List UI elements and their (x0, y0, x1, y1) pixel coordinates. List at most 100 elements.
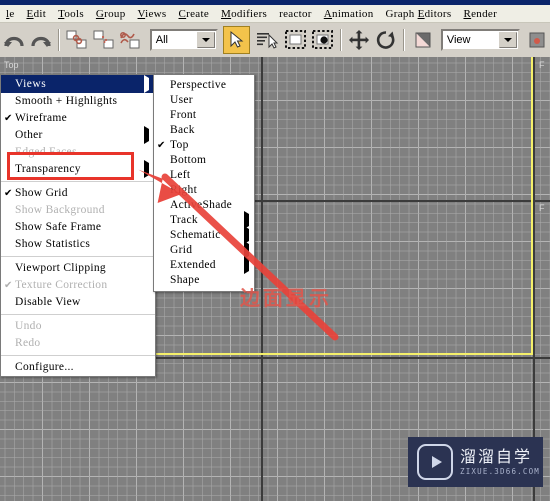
menu-item-render[interactable]: Render (457, 8, 503, 20)
quad-item-redo: Redo (1, 335, 155, 352)
select-by-name-icon[interactable] (255, 27, 280, 53)
views-item-track[interactable]: Track (154, 211, 254, 229)
views-item-top[interactable]: ✔ Top (154, 138, 254, 153)
views-item-right[interactable]: Right (154, 183, 254, 198)
window-crossing-icon[interactable] (311, 27, 336, 53)
menu-item-label: Top (170, 139, 189, 151)
quad-item-disable-view[interactable]: Disable View (1, 294, 155, 311)
annotation-highlight-box (7, 152, 134, 180)
selection-filter-combo[interactable]: All (149, 29, 218, 51)
quad-item-show-grid[interactable]: ✔ Show Grid (1, 185, 155, 202)
views-submenu[interactable]: Perspective User Front Back ✔ Top Bottom Left Ri… (153, 74, 255, 292)
menu-item-label: Show Safe Frame (15, 221, 102, 233)
toolbar-separator-3 (403, 29, 406, 51)
menu-item-le[interactable]: le (0, 8, 21, 20)
redo-arrow-icon[interactable] (29, 27, 54, 53)
watermark-text: 溜溜自学 ZIXUE.3D66.COM (460, 446, 541, 477)
views-item-bottom[interactable]: Bottom (154, 153, 254, 168)
menu-item-graph-editors[interactable]: Graph Editors (380, 8, 458, 20)
reference-coordinate-combo[interactable]: View (440, 29, 521, 51)
menu-item-label: Other (15, 129, 43, 141)
views-item-user[interactable]: User (154, 93, 254, 108)
menu-item-reactor[interactable]: reactor (273, 8, 318, 20)
menu-item-label: Wireframe (15, 112, 68, 124)
viewport-right-edge-divider[interactable] (533, 57, 535, 501)
quad-menu-title-label: Views (15, 78, 47, 90)
quad-item-configure[interactable]: Configure... (1, 359, 155, 376)
check-icon: ✔ (157, 140, 166, 151)
menu-item-label: Disable View (15, 296, 81, 308)
toolbar-separator-2 (340, 29, 343, 51)
menu-item-modifiers[interactable]: Modifiers (215, 8, 273, 20)
watermark-logo: 溜溜自学 ZIXUE.3D66.COM (408, 437, 543, 487)
watermark-brand: 溜溜自学 (460, 446, 533, 466)
menu-item-label: User (170, 94, 193, 106)
chevron-right-icon (244, 256, 249, 274)
views-item-back[interactable]: Back (154, 123, 254, 138)
select-and-link-icon[interactable] (65, 27, 90, 53)
menu-item-group[interactable]: Group (90, 8, 132, 20)
menu-item-animation[interactable]: Animation (318, 8, 380, 20)
quad-item-wireframe[interactable]: ✔ Wireframe (1, 110, 155, 127)
menu-item-label: Right (170, 184, 198, 196)
views-item-front[interactable]: Front (154, 108, 254, 123)
quad-item-other[interactable]: Other (1, 126, 155, 144)
main-toolbar: All View (0, 23, 550, 58)
select-and-uniform-scale-icon[interactable] (410, 27, 435, 53)
menu-item-label: Undo (15, 320, 42, 332)
views-item-shape[interactable]: Shape (154, 273, 254, 288)
viewport-quad-menu[interactable]: Views Smooth + Highlights ✔ Wireframe Other… (0, 74, 156, 377)
views-item-left[interactable]: Left (154, 168, 254, 183)
menu-item-edit[interactable]: Edit (21, 8, 53, 20)
quad-item-show-background: Show Background (1, 202, 155, 219)
watermark-site: ZIXUE.3D66.COM (460, 466, 541, 476)
chevron-down-icon[interactable] (197, 32, 215, 48)
views-item-schematic[interactable]: Schematic (154, 226, 254, 244)
quad-menu-title[interactable]: Views (1, 75, 155, 93)
select-and-move-icon[interactable] (347, 27, 372, 53)
quad-item-show-statistics[interactable]: Show Statistics (1, 236, 155, 253)
selection-filter-value: All (155, 34, 168, 46)
menu-item-label: Show Statistics (15, 238, 91, 250)
menu-item-label: Bottom (170, 154, 207, 166)
menu-item-tools[interactable]: Tools (52, 8, 90, 20)
unlink-selection-icon[interactable] (92, 27, 117, 53)
viewport-label-right-bottom: F (539, 203, 545, 213)
menu-item-label: Smooth + Highlights (15, 95, 118, 107)
menu-item-label: Grid (170, 244, 193, 256)
menu-item-create[interactable]: Create (173, 8, 216, 20)
quad-item-undo: Undo (1, 318, 155, 335)
menu-item-label: Back (170, 124, 195, 136)
quad-item-show-safe-frame[interactable]: Show Safe Frame (1, 219, 155, 236)
check-icon: ✔ (4, 280, 13, 291)
quad-item-smooth-highlights[interactable]: Smooth + Highlights (1, 93, 155, 110)
views-item-perspective[interactable]: Perspective (154, 78, 254, 93)
use-pivot-point-center-icon[interactable] (524, 27, 549, 53)
menu-item-label: Texture Correction (15, 279, 108, 291)
views-item-grid[interactable]: Grid (154, 241, 254, 259)
quad-item-texture-correction: ✔ Texture Correction (1, 277, 155, 294)
menu-item-views[interactable]: Views (132, 8, 173, 20)
play-button-logo-icon (417, 444, 453, 480)
menu-item-label: Show Background (15, 204, 105, 216)
viewport-label-top: Top (4, 60, 19, 70)
check-icon: ✔ (4, 113, 13, 124)
menu-item-label: Viewport Clipping (15, 262, 106, 274)
rectangular-selection-region-icon[interactable] (284, 27, 309, 53)
views-item-activeshade[interactable]: ActiveShade (154, 198, 254, 213)
quad-item-viewport-clipping[interactable]: Viewport Clipping (1, 260, 155, 277)
menu-item-label: Extended (170, 259, 216, 271)
menu-item-label: Show Grid (15, 187, 68, 199)
chevron-right-icon (144, 160, 149, 178)
select-object-icon[interactable] (223, 26, 250, 54)
chevron-right-icon (144, 126, 149, 144)
bind-to-space-warp-icon[interactable] (118, 27, 143, 53)
menu-item-label: Front (170, 109, 197, 121)
chevron-down-icon-2[interactable] (499, 32, 518, 48)
menu-item-label: Schematic (170, 229, 221, 241)
menu-item-label: ActiveShade (170, 199, 233, 211)
undo-arrow-icon[interactable] (2, 27, 27, 53)
select-and-rotate-icon[interactable] (374, 27, 399, 53)
views-item-extended[interactable]: Extended (154, 256, 254, 274)
menu-separator (1, 314, 155, 315)
